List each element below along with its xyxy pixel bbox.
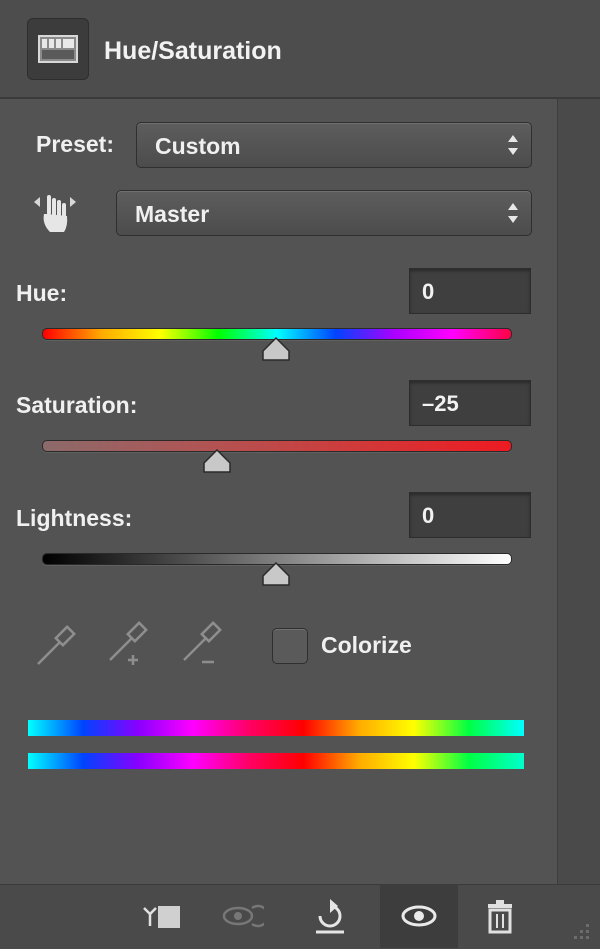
select-arrows-icon xyxy=(508,135,518,155)
preset-value: Custom xyxy=(155,133,241,159)
saturation-value: –25 xyxy=(422,391,459,416)
visibility-eye-icon[interactable] xyxy=(397,894,441,938)
colorize-label: Colorize xyxy=(321,632,412,658)
lightness-value: 0 xyxy=(422,503,435,528)
lightness-label: Lightness: xyxy=(16,505,133,531)
view-previous-state-icon[interactable] xyxy=(220,894,264,938)
preset-label: Preset: xyxy=(36,131,114,157)
channel-select[interactable]: Master xyxy=(116,190,532,236)
clip-to-layer-icon[interactable] xyxy=(140,894,184,938)
eyedropper-icon[interactable] xyxy=(30,620,80,670)
reset-icon[interactable] xyxy=(308,894,352,938)
adjustment-layer-icon xyxy=(27,18,89,80)
panel-header xyxy=(0,0,600,98)
eyedropper-add-icon[interactable] xyxy=(102,620,154,670)
saturation-slider-thumb[interactable] xyxy=(203,449,231,473)
saturation-slider-track[interactable] xyxy=(42,440,512,452)
header-divider xyxy=(0,97,600,99)
lightness-value-field[interactable]: 0 xyxy=(409,492,531,538)
lightness-slider-thumb[interactable] xyxy=(262,562,290,586)
hue-label: Hue: xyxy=(16,280,68,306)
panel-title: Hue/Saturation xyxy=(104,37,282,65)
hue-value: 0 xyxy=(422,279,435,304)
saturation-label: Saturation: xyxy=(16,392,138,418)
saturation-value-field[interactable]: –25 xyxy=(409,380,531,426)
preset-select[interactable]: Custom xyxy=(136,122,532,168)
hue-value-field[interactable]: 0 xyxy=(409,268,531,314)
colorize-checkbox[interactable] xyxy=(272,628,308,664)
targeted-adjustment-hand-icon[interactable] xyxy=(30,190,80,240)
panel-scrollbar[interactable] xyxy=(557,99,600,884)
channel-value: Master xyxy=(135,201,210,227)
delete-trash-icon[interactable] xyxy=(478,894,522,938)
eyedropper-subtract-icon[interactable] xyxy=(176,620,228,670)
output-color-bar xyxy=(28,753,524,769)
resize-grip-icon[interactable] xyxy=(568,918,592,942)
hue-slider-thumb[interactable] xyxy=(262,337,290,361)
input-color-bar xyxy=(28,720,524,736)
select-arrows-icon xyxy=(508,203,518,223)
